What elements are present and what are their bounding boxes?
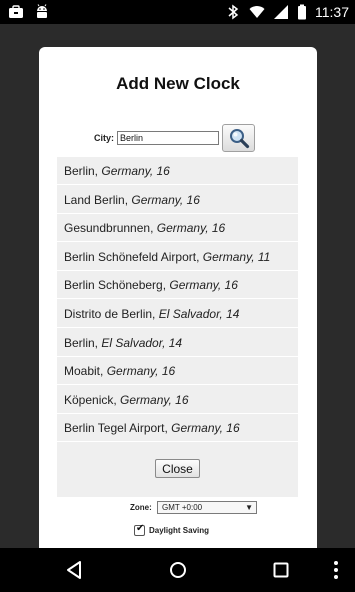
close-button[interactable]: Close [155,459,200,478]
briefcase-icon [9,5,23,18]
chevron-down-icon: ▼ [245,503,253,512]
clock-time: 11:37 [315,4,349,20]
search-button[interactable] [222,124,255,152]
daylight-saving-checkbox[interactable]: ✔ [134,523,145,536]
result-item[interactable]: Köpenick, Germany, 16 [57,386,298,414]
dialog-title: Add New Clock [116,74,240,93]
bluetooth-icon [228,4,239,20]
status-bar: 11:37 [0,0,355,24]
zone-select[interactable]: GMT +0:00 ▼ [157,501,257,514]
navigation-bar [0,548,355,592]
zone-selected-value: GMT +0:00 [162,503,203,512]
magnifier-icon [229,129,249,149]
result-item[interactable]: Moabit, Germany, 16 [57,357,298,385]
recents-icon[interactable] [269,558,293,582]
checkmark-icon: ✔ [136,523,145,534]
city-search-row: City: [39,124,317,154]
home-icon[interactable] [166,558,190,582]
wifi-icon [249,6,265,18]
result-item[interactable]: Gesundbrunnen, Germany, 16 [57,214,298,242]
result-item[interactable]: Distrito de Berlin, El Salvador, 14 [57,300,298,328]
result-item[interactable]: Berlin Schönefeld Airport, Germany, 11 [57,243,298,271]
city-input[interactable] [117,131,219,145]
zone-row: Zone: GMT +0:00 ▼ [39,500,317,516]
battery-icon [298,4,306,20]
result-item[interactable]: Berlin, Germany, 16 [57,157,298,185]
signal-icon [274,5,288,19]
daylight-saving-label: Daylight Saving [149,526,210,535]
city-label: City: [94,133,114,143]
back-icon[interactable] [62,558,86,582]
add-clock-dialog: Add New Clock City: Berlin, Germany, 16 … [39,47,317,548]
zone-label: Zone: [130,503,152,512]
search-results-list: Berlin, Germany, 16 Land Berlin, Germany… [57,157,298,497]
daylight-saving-row: ✔ Daylight Saving [39,523,317,538]
result-item[interactable]: Berlin Tegel Airport, Germany, 16 [57,414,298,442]
android-icon [37,4,47,18]
overflow-menu-icon[interactable] [328,558,344,582]
result-item[interactable]: Berlin, El Salvador, 14 [57,329,298,357]
result-item[interactable]: Land Berlin, Germany, 16 [57,186,298,214]
result-item[interactable]: Berlin Schöneberg, Germany, 16 [57,271,298,299]
